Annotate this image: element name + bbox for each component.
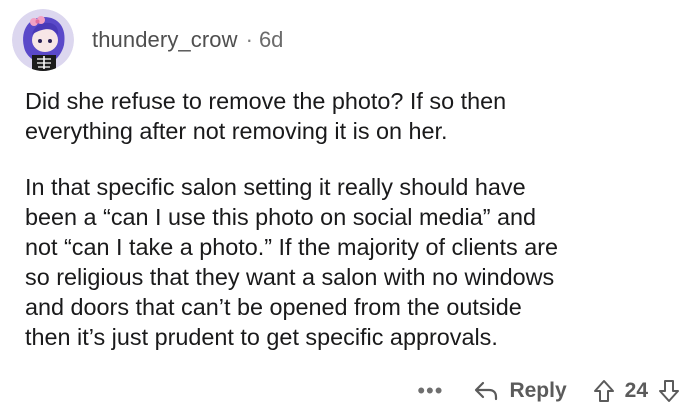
comment-body: Did she refuse to remove the photo? If s… <box>25 86 685 378</box>
meta-separator: · <box>245 27 253 52</box>
reply-arrow-icon <box>475 381 498 401</box>
username-link[interactable]: thundery_crow <box>92 27 238 53</box>
comment-header: thundery_crow · 6d <box>12 8 283 72</box>
comment-paragraph-1: Did she refuse to remove the photo? If s… <box>25 88 507 144</box>
comment-age: 6d <box>258 27 284 52</box>
vote-score: 24 <box>624 379 648 402</box>
vote-controls: 24 <box>593 379 680 403</box>
comment-paragraph-2: In that specific salon setting it really… <box>25 174 559 350</box>
comment-actions: ••• Reply 24 <box>417 377 680 405</box>
comment: thundery_crow · 6d Did she refuse to rem… <box>0 0 700 419</box>
avatar-icon <box>12 9 74 71</box>
reply-label: Reply <box>509 379 567 402</box>
downvote-arrow-icon[interactable] <box>658 379 680 403</box>
avatar[interactable] <box>12 9 74 71</box>
more-options-button[interactable]: ••• <box>417 380 443 402</box>
reply-button[interactable]: Reply <box>473 379 567 403</box>
upvote-arrow-icon[interactable] <box>593 379 615 403</box>
